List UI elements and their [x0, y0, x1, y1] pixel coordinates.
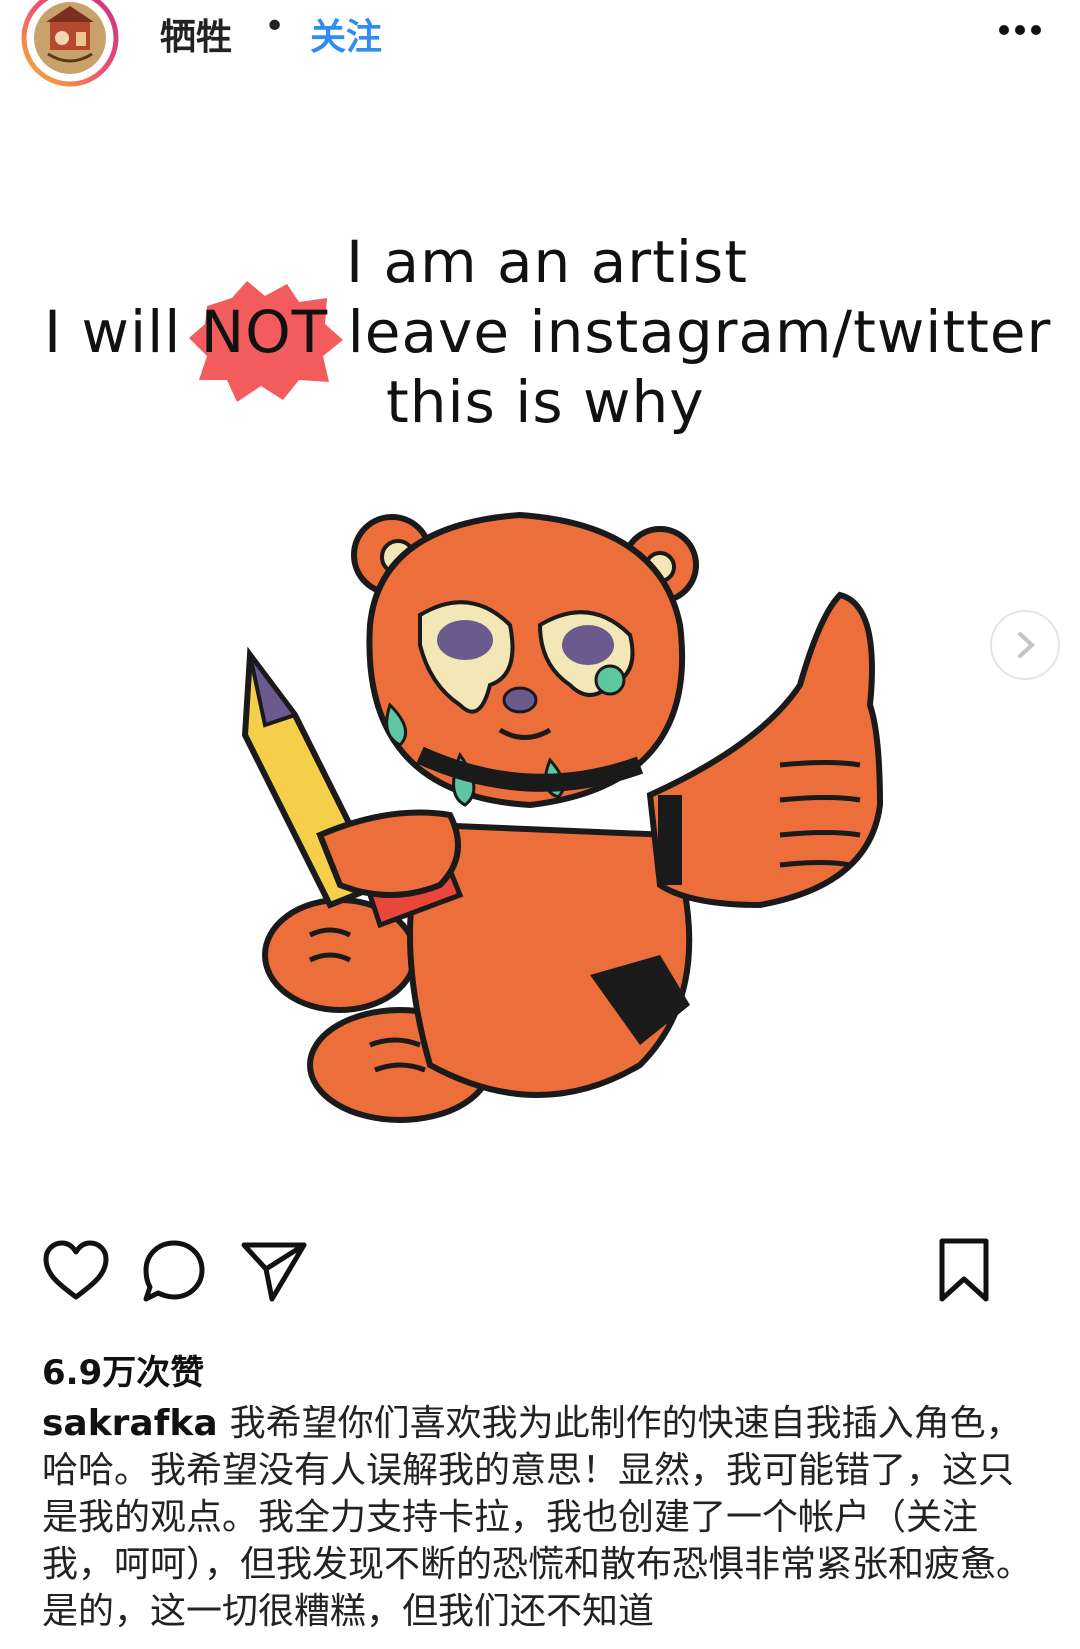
bear-illustration — [241, 511, 884, 1123]
comment-icon[interactable] — [138, 1235, 210, 1307]
action-bar — [0, 1235, 1080, 1315]
caption-author[interactable]: sakrafka — [42, 1403, 218, 1444]
caption: sakrafka 我希望你们喜欢我为此制作的快速自我插入角色，哈哈。我希望没有人误… — [42, 1400, 1042, 1635]
follow-button[interactable]: 关注 — [310, 8, 382, 60]
not-highlight: NOT — [188, 281, 343, 402]
more-horizontal-icon[interactable] — [990, 12, 1050, 48]
post-header: 牺牲 • 关注 — [0, 0, 1080, 90]
post-text-line-3: this is why — [386, 368, 705, 436]
separator-dot: • — [264, 6, 286, 47]
avatar[interactable] — [20, 0, 120, 88]
line2-prefix: I will — [44, 298, 201, 366]
likes-count[interactable]: 6.9万次赞 — [42, 1345, 204, 1394]
heart-icon[interactable] — [40, 1235, 112, 1307]
bookmark-icon[interactable] — [928, 1235, 1000, 1307]
send-icon[interactable] — [238, 1235, 310, 1307]
username[interactable]: 牺牲 — [160, 8, 232, 60]
post-text-line-2: I will NOT leave instagram/twitter — [44, 281, 1052, 402]
next-image-button[interactable] — [990, 610, 1060, 680]
line2-suffix: leave instagram/twitter — [328, 298, 1052, 366]
chevron-right-icon — [1018, 632, 1035, 658]
post-image[interactable]: I am an artist I will NOT leave instagra… — [0, 110, 1080, 1220]
post-text-line-1: I am an artist — [346, 228, 748, 296]
